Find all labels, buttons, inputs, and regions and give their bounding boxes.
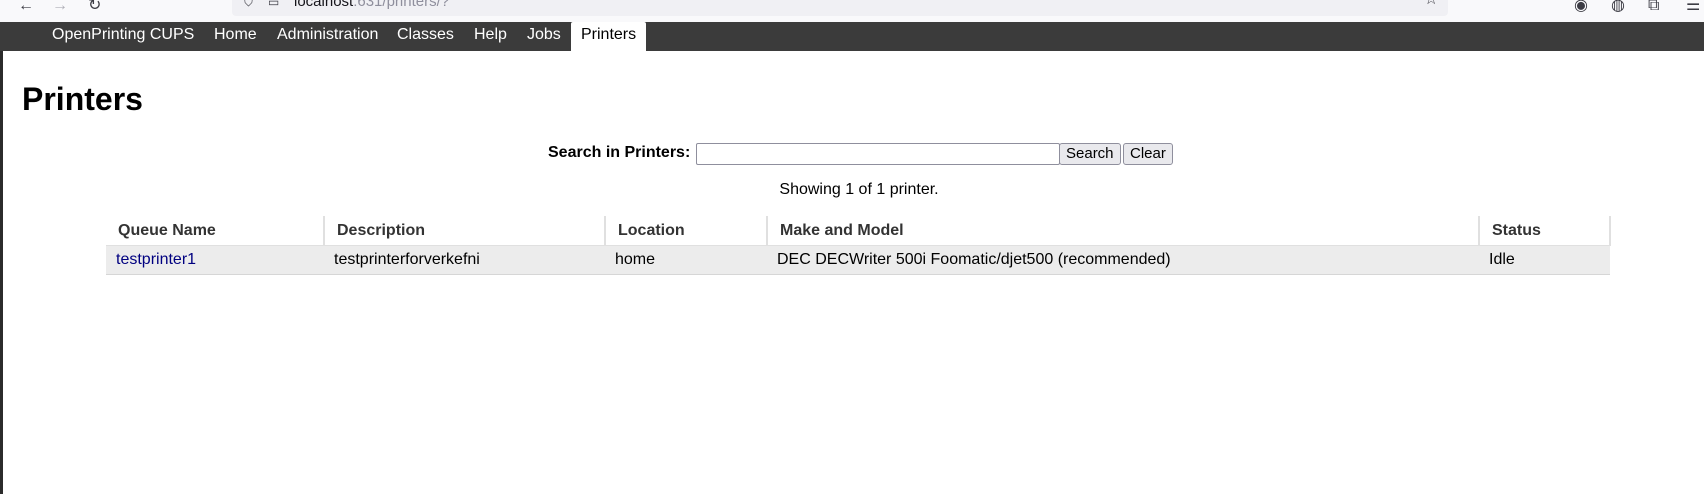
nav-help[interactable]: Help <box>474 22 507 51</box>
search-button[interactable]: Search <box>1059 143 1121 165</box>
pocket-icon[interactable]: ◉ <box>1574 0 1588 14</box>
bookmark-star-icon[interactable]: ☆ <box>1424 0 1438 8</box>
search-input[interactable] <box>696 143 1060 165</box>
header-queue-name: Queue Name <box>106 216 325 246</box>
nav-home[interactable]: Home <box>214 22 257 51</box>
extensions-icon[interactable]: ⧉ <box>1648 0 1659 14</box>
header-location: Location <box>605 216 768 246</box>
location-cell: home <box>605 245 767 275</box>
back-arrow-icon[interactable]: ← <box>18 0 34 14</box>
search-label: Search in Printers: <box>548 144 691 161</box>
make-model-cell: DEC DECWriter 500i Foomatic/djet500 (rec… <box>767 245 1479 275</box>
results-count: Showing 1 of 1 printer. <box>779 181 939 198</box>
window-edge <box>0 22 3 494</box>
table-row: testprinter1 testprinterforverkefni home… <box>106 245 1610 275</box>
table-header-row: Queue Name Description Location Make and… <box>106 216 1611 246</box>
description-cell: testprinterforverkefni <box>324 245 605 275</box>
nav-jobs[interactable]: Jobs <box>527 22 561 51</box>
clear-button[interactable]: Clear <box>1123 143 1173 165</box>
cups-navbar: OpenPrinting CUPS Home Administration Cl… <box>0 22 1704 51</box>
nav-printers[interactable]: Printers <box>571 22 647 51</box>
header-make-model: Make and Model <box>767 216 1480 246</box>
address-url: localhost:631/printers/? <box>294 0 450 10</box>
nav-administration[interactable]: Administration <box>277 22 378 51</box>
printers-table: Queue Name Description Location Make and… <box>106 216 1611 275</box>
browser-toolbar: ← → ↻ ⛉ ▭ localhost:631/printers/? ☆ ◉ ◍… <box>0 0 1704 22</box>
account-icon[interactable]: ◍ <box>1611 0 1625 14</box>
nav-classes[interactable]: Classes <box>397 22 454 51</box>
queue-link[interactable]: testprinter1 <box>116 251 196 268</box>
menu-icon[interactable]: ☰ <box>1686 0 1700 14</box>
header-description: Description <box>324 216 606 246</box>
queue-name-cell: testprinter1 <box>106 245 324 275</box>
page-info-icon[interactable]: ▭ <box>268 0 279 10</box>
nav-brand-link[interactable]: OpenPrinting CUPS <box>52 22 194 51</box>
shield-icon[interactable]: ⛉ <box>244 0 253 10</box>
forward-arrow-icon[interactable]: → <box>52 0 68 14</box>
page-title: Printers <box>22 81 143 117</box>
status-cell: Idle <box>1479 245 1610 275</box>
search-form: Search in Printers: Search Clear <box>0 143 1704 167</box>
reload-icon[interactable]: ↻ <box>88 0 101 14</box>
address-bar[interactable]: ⛉ ▭ localhost:631/printers/? ☆ <box>232 0 1448 16</box>
header-status: Status <box>1479 216 1611 246</box>
